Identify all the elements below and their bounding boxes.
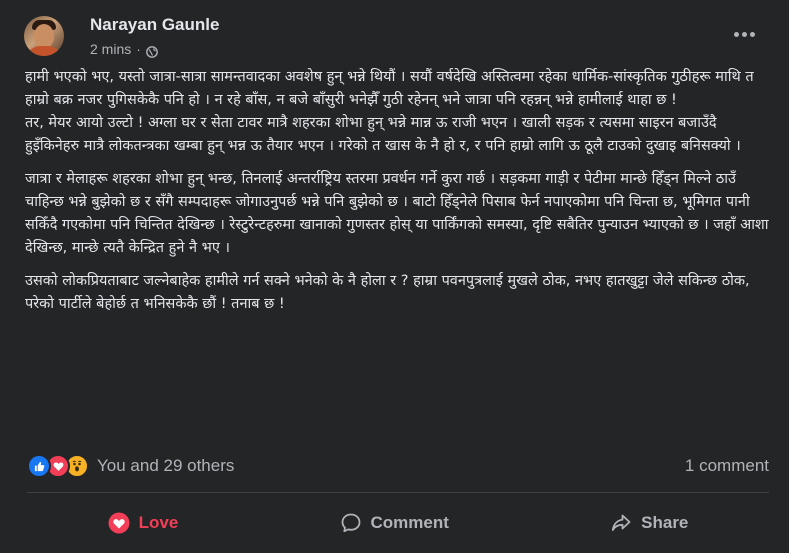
share-label: Share — [641, 513, 689, 532]
comment-count[interactable]: 1 comment — [685, 456, 769, 476]
post-time[interactable]: 2 mins — [90, 39, 131, 59]
reaction-icons — [27, 454, 89, 478]
comment-icon — [340, 512, 362, 534]
more-options-icon[interactable] — [729, 24, 759, 44]
action-bar: Love Comment Share — [27, 500, 769, 546]
avatar[interactable] — [24, 16, 64, 56]
post-paragraph: तर, मेयर आयो उल्टो ! अग्ला घर र सेता टाव… — [25, 115, 741, 154]
comment-label: Comment — [370, 513, 449, 532]
separator: · — [136, 40, 141, 57]
love-button[interactable]: Love — [68, 504, 219, 542]
comment-button[interactable]: Comment — [300, 504, 489, 542]
share-icon — [610, 512, 632, 534]
divider — [27, 492, 769, 493]
reactions-bar: You and 29 others 1 comment — [27, 452, 769, 480]
post-meta: Narayan Gaunle 2 mins · — [90, 14, 219, 59]
post-header: Narayan Gaunle 2 mins · — [24, 8, 219, 64]
reaction-summary[interactable]: You and 29 others — [27, 454, 234, 478]
post-subline: 2 mins · — [90, 39, 219, 59]
love-icon — [108, 512, 130, 534]
post-paragraph: उसको लोकप्रियताबाट जल्नेबाहेक हामीले गर्… — [25, 273, 750, 312]
author-name[interactable]: Narayan Gaunle — [90, 14, 219, 36]
globe-icon — [146, 43, 158, 58]
like-icon — [27, 454, 51, 478]
post-body: हामी भएको भए, यस्तो जात्रा-सात्रा सामन्त… — [25, 66, 773, 326]
post-card: Narayan Gaunle 2 mins · हामी भएको भए, यस… — [0, 0, 789, 553]
reaction-count[interactable]: You and 29 others — [97, 456, 234, 476]
post-paragraph: जात्रा र मेलाहरू शहरका शोभा हुन् भन्छ, त… — [25, 171, 769, 256]
post-paragraph: हामी भएको भए, यस्तो जात्रा-सात्रा सामन्त… — [25, 69, 754, 108]
share-button[interactable]: Share — [570, 504, 728, 542]
love-label: Love — [138, 513, 179, 532]
